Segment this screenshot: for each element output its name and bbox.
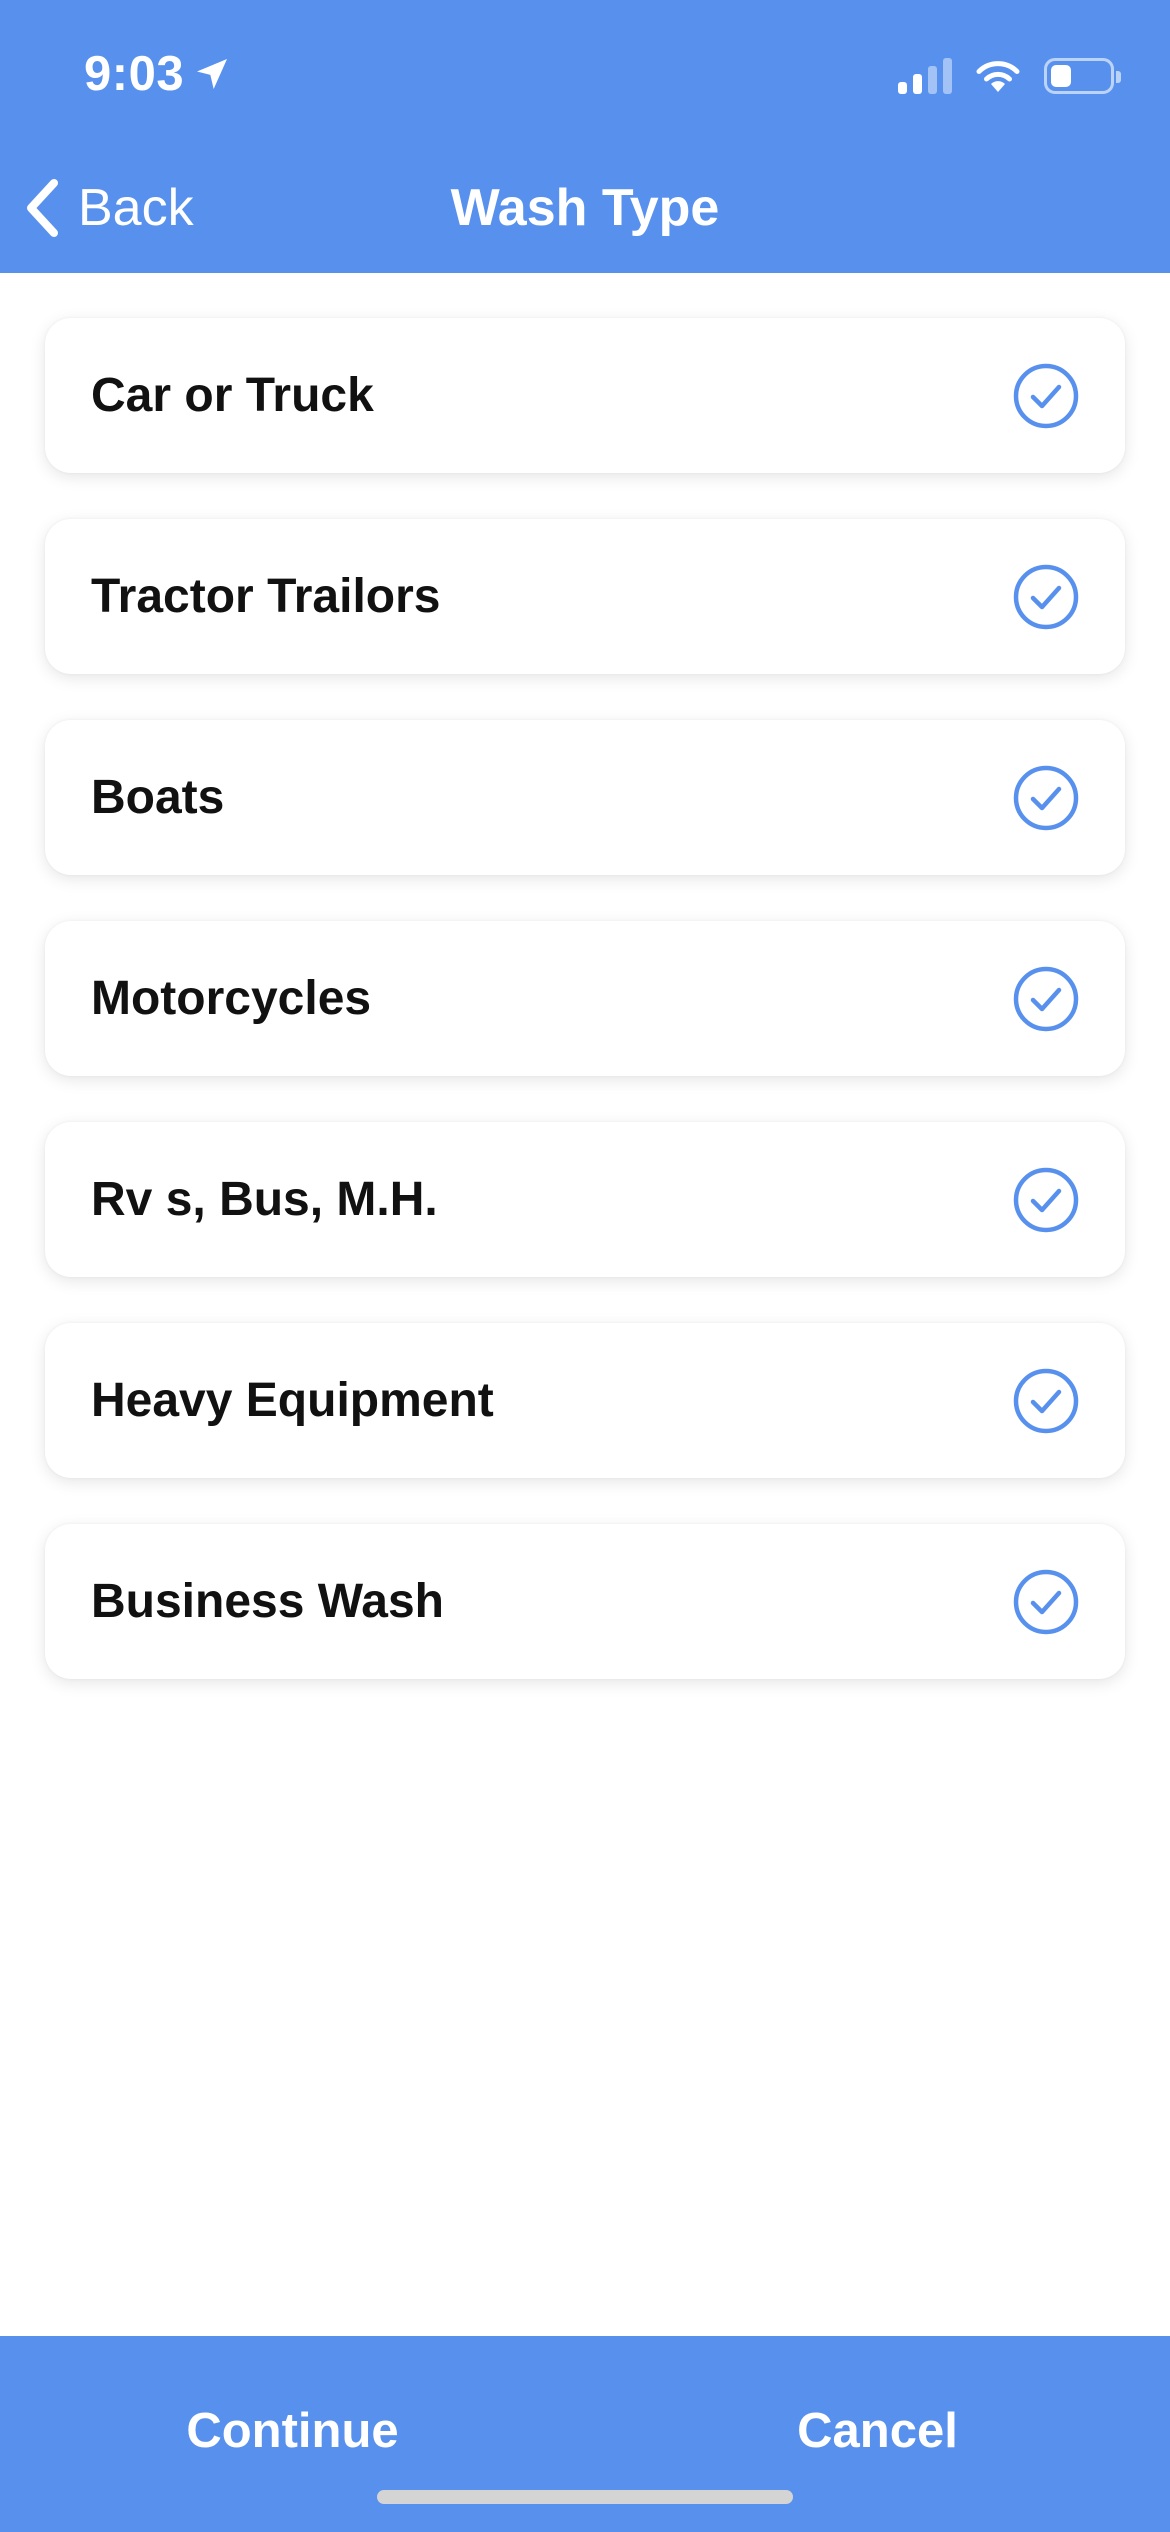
continue-button[interactable]: Continue xyxy=(140,2398,445,2464)
wash-type-screen: 9:03 Back Wash Type Car or Truck Tractor… xyxy=(0,0,1170,2532)
status-indicators xyxy=(898,52,1121,100)
battery-level xyxy=(1051,65,1071,87)
cellular-signal-icon xyxy=(898,58,952,94)
location-arrow-icon xyxy=(197,59,228,89)
check-circle-icon[interactable] xyxy=(1012,362,1080,430)
wash-type-row[interactable]: Heavy Equipment xyxy=(45,1323,1125,1478)
status-time-label: 9:03 xyxy=(84,47,185,101)
wash-type-label: Tractor Trailors xyxy=(91,570,441,623)
wash-type-label: Rv s, Bus, M.H. xyxy=(91,1173,438,1226)
battery-icon xyxy=(1044,58,1121,94)
wash-type-label: Car or Truck xyxy=(91,369,374,422)
check-circle-icon[interactable] xyxy=(1012,1166,1080,1234)
wash-type-row[interactable]: Boats xyxy=(45,720,1125,875)
wash-type-list: Car or Truck Tractor Trailors Boats Motorcy… xyxy=(45,318,1125,1725)
check-circle-icon[interactable] xyxy=(1012,764,1080,832)
cancel-button[interactable]: Cancel xyxy=(760,2398,995,2464)
page-title: Wash Type xyxy=(450,179,720,237)
wash-type-label: Boats xyxy=(91,771,225,824)
home-indicator xyxy=(377,2490,793,2504)
header: 9:03 Back Wash Type xyxy=(0,0,1170,273)
wash-type-label: Business Wash xyxy=(91,1575,444,1628)
wash-type-label: Motorcycles xyxy=(91,972,372,1025)
check-circle-icon[interactable] xyxy=(1012,1367,1080,1435)
check-circle-icon[interactable] xyxy=(1012,965,1080,1033)
wash-type-row[interactable]: Car or Truck xyxy=(45,318,1125,473)
wifi-icon xyxy=(976,61,1020,92)
wash-type-row[interactable]: Motorcycles xyxy=(45,921,1125,1076)
wash-type-label: Heavy Equipment xyxy=(91,1374,494,1427)
wash-type-row[interactable]: Business Wash xyxy=(45,1524,1125,1679)
wash-type-row[interactable]: Rv s, Bus, M.H. xyxy=(45,1122,1125,1277)
status-time: 9:03 xyxy=(84,44,232,104)
wash-type-row[interactable]: Tractor Trailors xyxy=(45,519,1125,674)
check-circle-icon[interactable] xyxy=(1012,563,1080,631)
check-circle-icon[interactable] xyxy=(1012,1568,1080,1636)
